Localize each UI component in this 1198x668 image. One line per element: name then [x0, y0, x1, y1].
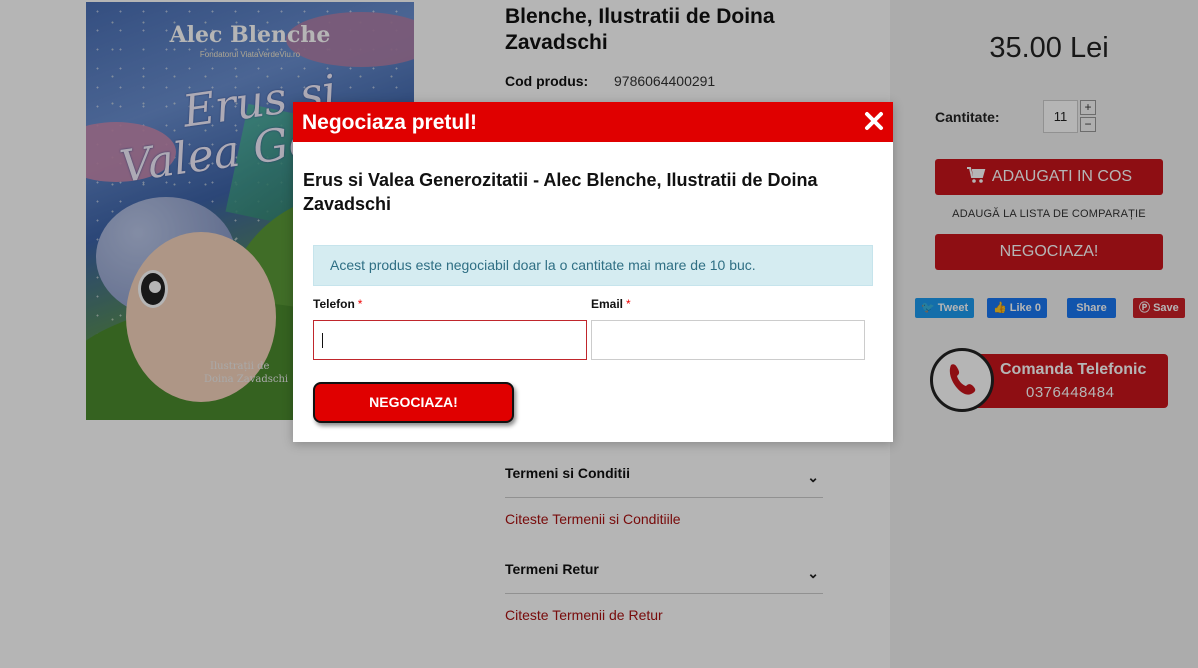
- text-cursor: [322, 333, 323, 348]
- negotiation-notice: Acest produs este negociabil doar la o c…: [313, 245, 873, 286]
- email-label-text: Email: [591, 297, 624, 311]
- close-icon[interactable]: [863, 110, 885, 132]
- negotiate-submit-button[interactable]: NEGOCIAZA!: [313, 382, 514, 423]
- phone-input[interactable]: [313, 320, 587, 360]
- modal-product-name: Erus si Valea Generozitatii - Alec Blenc…: [303, 170, 818, 214]
- phone-label-text: Telefon: [313, 297, 355, 311]
- email-input[interactable]: [591, 320, 865, 360]
- modal-header: Negociaza pretul!: [293, 102, 893, 142]
- modal-title: Negociaza pretul!: [302, 111, 478, 134]
- email-field-label: Email *: [591, 297, 631, 311]
- required-mark: *: [357, 297, 363, 311]
- phone-field-label: Telefon *: [313, 297, 362, 311]
- negotiate-price-modal: Negociaza pretul! Erus si Valea Generozi…: [293, 102, 893, 442]
- required-mark: *: [626, 297, 631, 311]
